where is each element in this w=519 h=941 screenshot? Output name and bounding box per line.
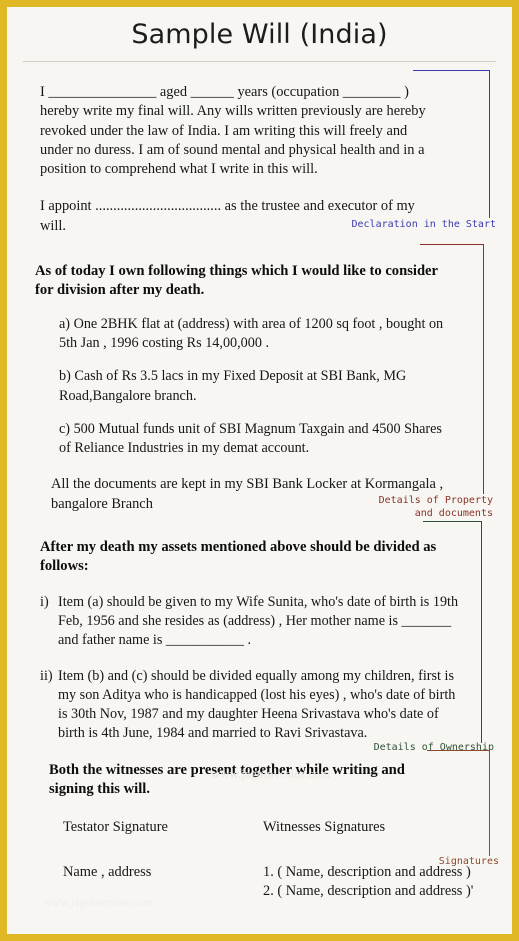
testator-signature-value: Name , address bbox=[63, 863, 152, 880]
ownership-heading: After my death my assets mentioned above… bbox=[40, 539, 437, 575]
signature-header-row: Testator Signature Witnesses Signatures bbox=[63, 818, 512, 837]
ownership-item-list: i) Item (a) should be given to my Wife S… bbox=[7, 593, 512, 744]
signature-value-row: Name , address 1. ( Name, description an… bbox=[63, 863, 512, 902]
watermark-primary: www.jagoinvestor.com bbox=[211, 767, 331, 781]
list-item: i) Item (a) should be given to my Wife S… bbox=[40, 593, 465, 651]
page-title: Sample Will (India) bbox=[131, 19, 388, 50]
watermark-secondary: www.jagoinvestor.com bbox=[43, 897, 153, 909]
list-item-marker: ii) bbox=[40, 667, 53, 684]
witness-signature-label: Witnesses Signatures bbox=[263, 819, 386, 836]
list-item-text: Item (b) and (c) should be divided equal… bbox=[58, 667, 456, 742]
property-item-list: a) One 2BHK flat at (address) with area … bbox=[7, 315, 512, 459]
list-item-marker: i) bbox=[40, 593, 49, 610]
will-document-page: Sample Will (India) I _______________ ag… bbox=[0, 0, 519, 941]
list-item: ii) Item (b) and (c) should be divided e… bbox=[40, 667, 465, 744]
declaration-paragraph-1: I _______________ aged ______ years (occ… bbox=[40, 84, 426, 178]
list-item: c) 500 Mutual funds unit of SBI Magnum T… bbox=[59, 420, 442, 457]
witness-entry: 2. ( Name, description and address )' bbox=[263, 882, 474, 899]
testator-signature-label: Testator Signature bbox=[63, 819, 168, 836]
section-ownership: After my death my assets mentioned above… bbox=[7, 514, 512, 753]
section-property: As of today I own following things which… bbox=[7, 236, 512, 519]
witness-signature-values: 1. ( Name, description and address ) 2. … bbox=[263, 863, 503, 902]
property-heading: As of today I own following things which… bbox=[35, 263, 438, 299]
declaration-annotation: Declaration in the Start bbox=[351, 219, 497, 230]
section-declaration: I _______________ aged ______ years (occ… bbox=[7, 62, 512, 236]
list-item: b) Cash of Rs 3.5 lacs in my Fixed Depos… bbox=[59, 368, 407, 404]
list-item: a) One 2BHK flat at (address) with area … bbox=[59, 315, 444, 351]
signatures-annotation: Signatures bbox=[438, 855, 499, 867]
list-item-text: Item (a) should be given to my Wife Suni… bbox=[58, 593, 459, 649]
